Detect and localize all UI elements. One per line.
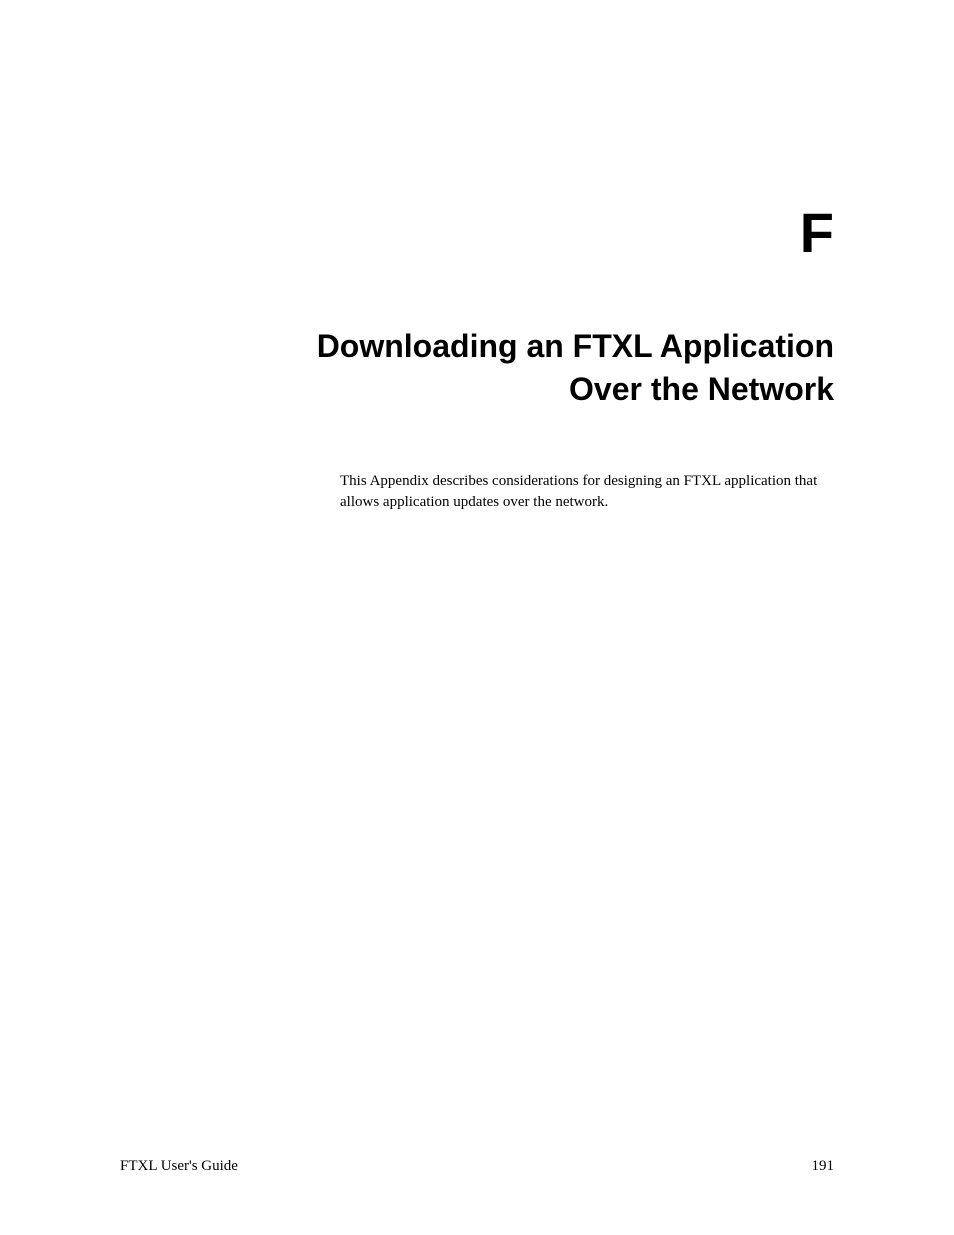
appendix-description: This Appendix describes considerations f… <box>340 471 824 513</box>
page-footer: FTXL User's Guide 191 <box>120 1158 834 1175</box>
page-container: F Downloading an FTXL Application Over t… <box>0 0 954 1235</box>
appendix-letter: F <box>120 200 834 265</box>
footer-page-number: 191 <box>812 1158 835 1175</box>
page-title: Downloading an FTXL Application Over the… <box>120 325 834 411</box>
title-line-2: Over the Network <box>569 371 834 407</box>
title-line-1: Downloading an FTXL Application <box>317 328 834 364</box>
footer-document-title: FTXL User's Guide <box>120 1158 238 1175</box>
